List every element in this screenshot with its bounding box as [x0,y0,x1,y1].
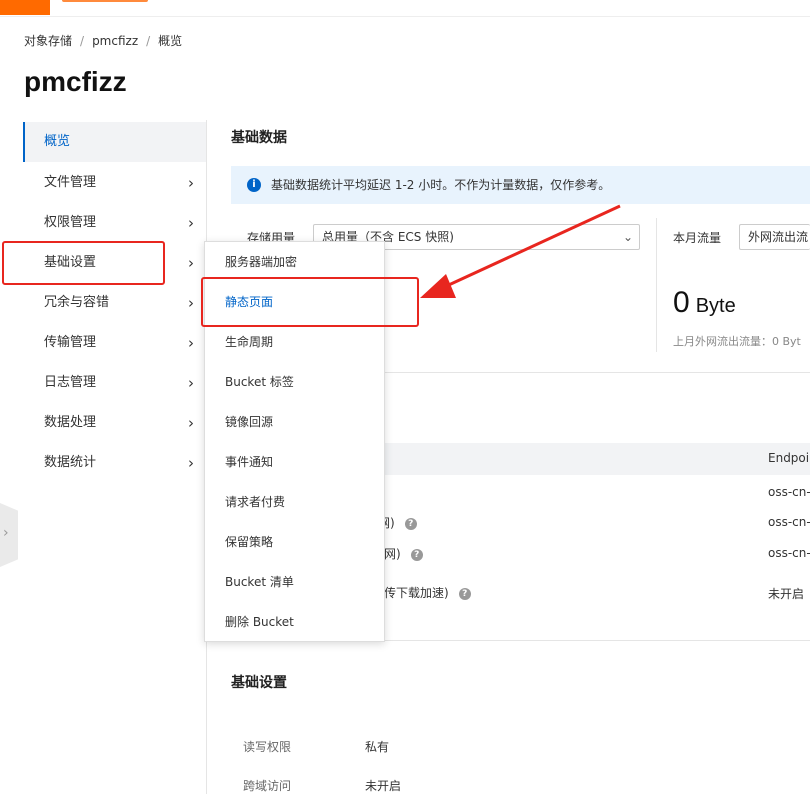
annotation-arrow-icon [420,204,621,298]
